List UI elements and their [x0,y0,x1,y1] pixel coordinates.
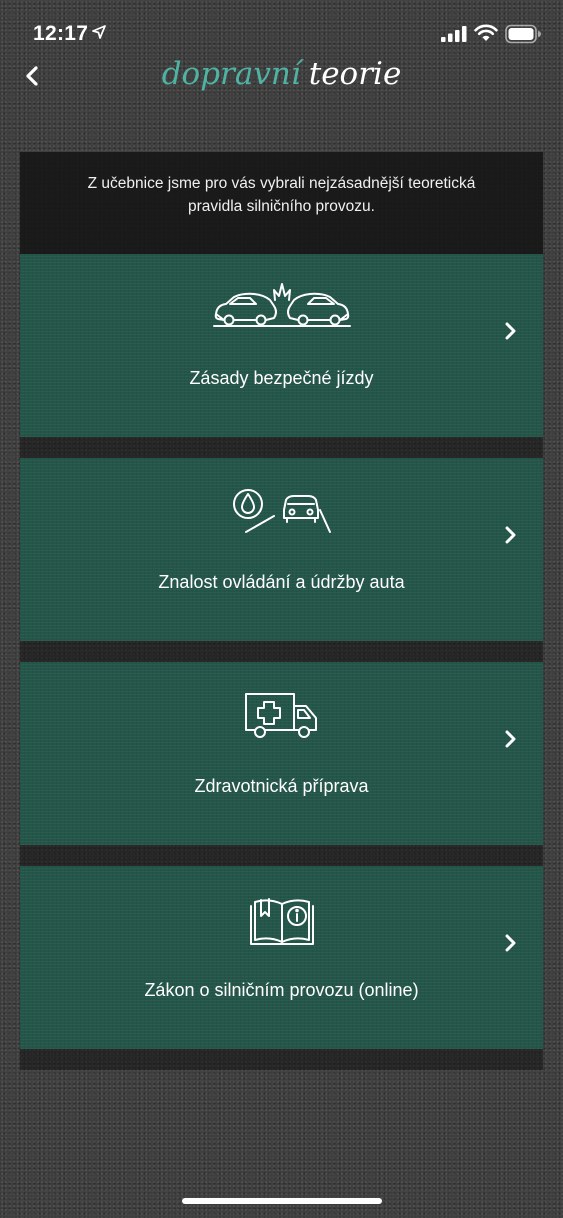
menu-item-label: Znalost ovládání a údržby auta [158,572,405,592]
status-bar: 12:17 [0,0,563,50]
car-maintenance-icon [232,489,331,533]
menu-item-car-maintenance[interactable]: Znalost ovládání a údržby auta [20,458,543,641]
chevron-right-icon [505,934,516,952]
wifi-icon [474,24,498,41]
cellular-signal-icon [441,26,467,42]
intro-text: Z učebnice jsme pro vás vybrali nejzásad… [87,175,476,215]
chevron-right-icon [505,730,516,748]
app-title-part1: dopravní [161,56,301,92]
menu-item-label: Zákon o silničním provozu (online) [144,980,419,1000]
menu-item-traffic-law[interactable]: Zákon o silničním provozu (online) [20,866,543,1049]
ambulance-icon [244,693,317,738]
chevron-right-icon [505,322,516,340]
car-crash-icon [212,283,351,327]
location-arrow-icon [92,25,106,39]
app-title-part2: teorie [308,56,402,92]
status-time: 12:17 [33,22,89,45]
battery-icon [505,24,541,44]
menu-item-first-aid[interactable]: Zdravotnická příprava [20,662,543,845]
menu-item-label: Zásady bezpečné jízdy [189,368,374,388]
menu-item-safe-driving[interactable]: Zásady bezpečné jízdy [20,254,543,437]
intro-box: Z učebnice jsme pro vás vybrali nejzásad… [20,152,543,254]
app-title: dopravní teorie [0,52,563,96]
menu-item-label: Zdravotnická příprava [194,776,369,796]
chevron-right-icon [505,526,516,544]
home-indicator[interactable] [182,1198,382,1204]
law-book-icon [249,898,314,945]
